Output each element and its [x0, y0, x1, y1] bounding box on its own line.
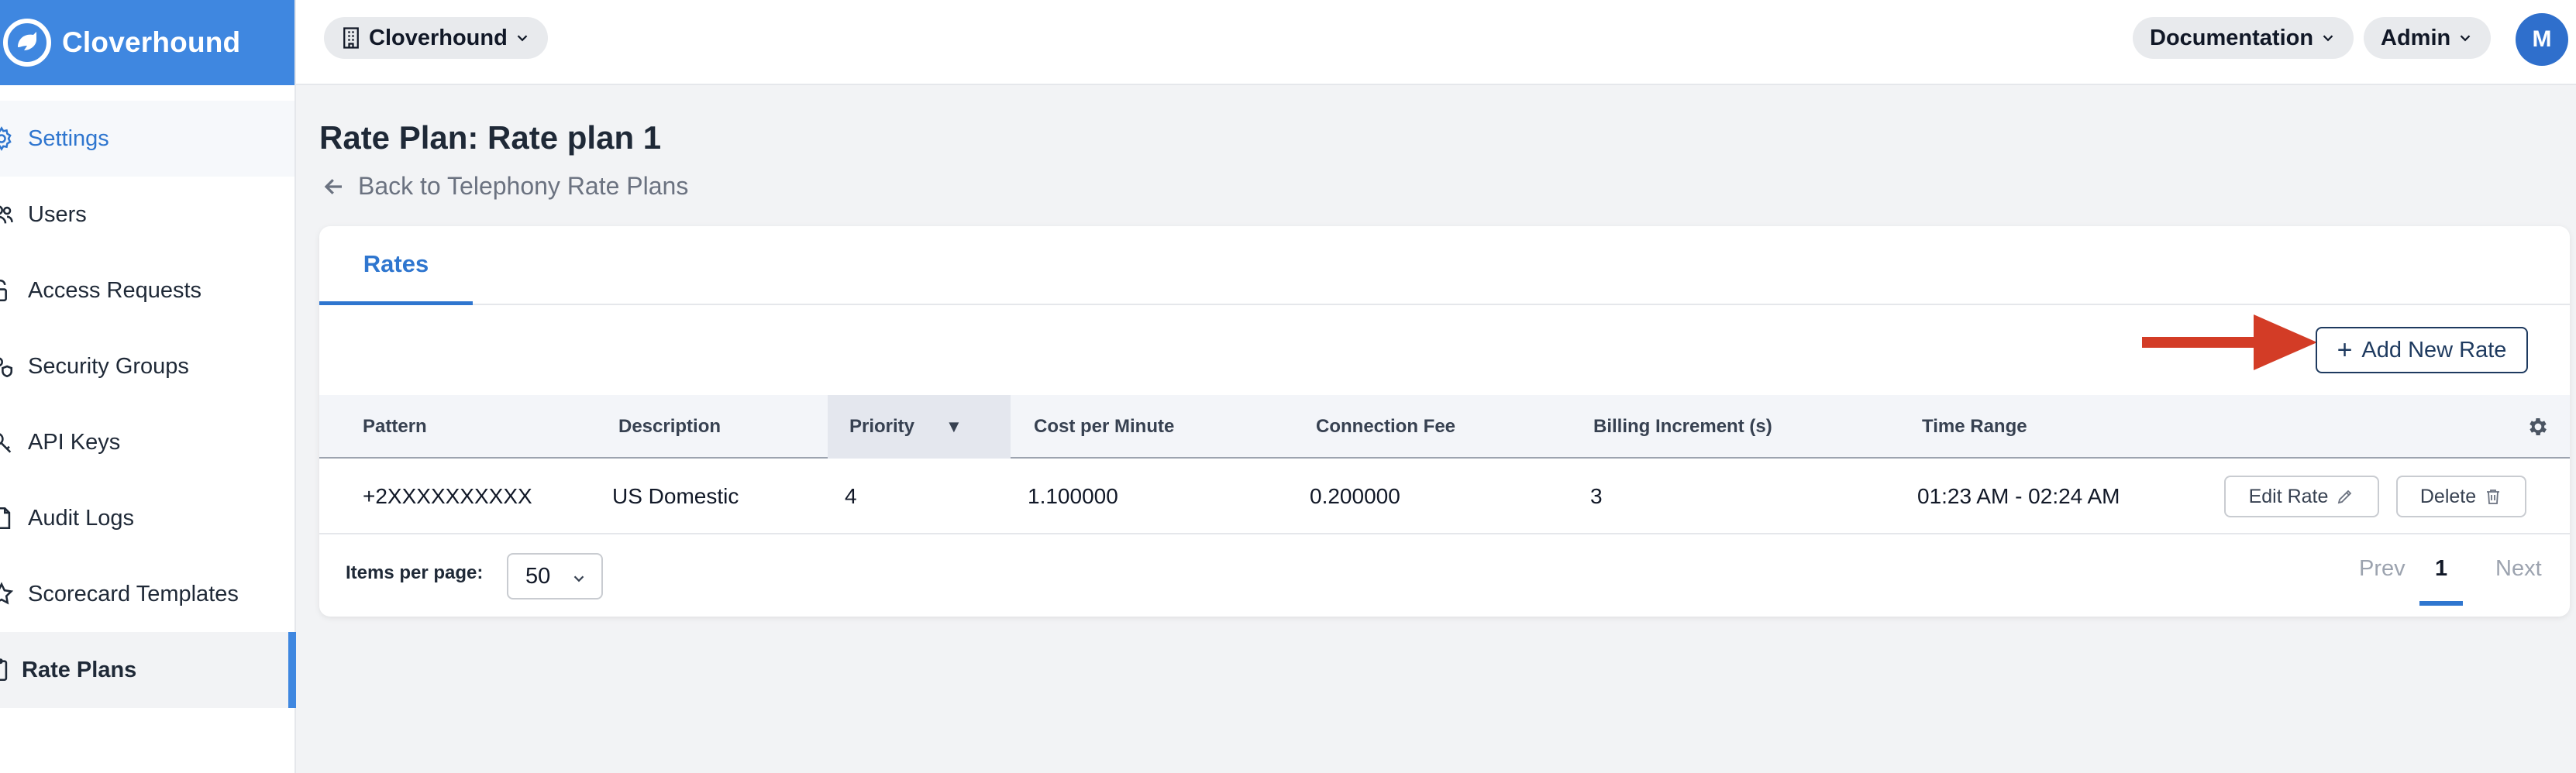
sidebar-nav: Settings Users Access Requests Security …	[0, 101, 296, 708]
pagination-current-indicator	[2419, 601, 2463, 606]
pencil-icon	[2338, 490, 2352, 504]
arrow-left-icon	[324, 178, 342, 194]
table-row: +2XXXXXXXXXX US Domestic 4 1.100000 0.20…	[319, 459, 2570, 534]
trash-icon	[2487, 490, 2500, 504]
back-link[interactable]: Back to Telephony Rate Plans	[322, 172, 688, 201]
cell-connection-fee: 0.200000	[1310, 484, 1400, 508]
edit-rate-label: Edit Rate	[2248, 485, 2329, 507]
chevron-down-icon	[2323, 35, 2333, 42]
chevron-down-icon	[517, 35, 528, 42]
column-header-time-range[interactable]: Time Range	[1922, 395, 2027, 459]
sidebar-item-users[interactable]: Users	[0, 177, 294, 253]
star-icon	[0, 580, 15, 608]
gear-icon	[0, 125, 15, 153]
org-switcher[interactable]: Cloverhound	[324, 17, 548, 59]
sidebar-item-label: Access Requests	[28, 277, 202, 303]
column-header-label: Priority	[849, 416, 915, 437]
add-new-rate-button[interactable]: + Add New Rate	[2316, 327, 2528, 373]
cell-time-range: 01:23 AM - 02:24 AM	[1917, 484, 2120, 508]
sidebar-item-security-groups[interactable]: Security Groups	[0, 328, 294, 404]
tab-bar: Rates	[319, 226, 2570, 305]
sort-descending-icon: ▼	[945, 417, 963, 436]
sidebar-item-label: API Keys	[28, 429, 121, 455]
page-title: Rate Plan: Rate plan 1	[319, 119, 662, 156]
sidebar-item-label: Security Groups	[28, 353, 189, 379]
delete-rate-button[interactable]: Delete	[2396, 476, 2526, 517]
org-switcher-label: Cloverhound	[369, 25, 508, 50]
edit-rate-button[interactable]: Edit Rate	[2224, 476, 2379, 517]
annotation-arrow-icon	[2142, 314, 2317, 370]
sidebar-item-label: Audit Logs	[28, 505, 135, 531]
items-per-page-label: Items per page:	[346, 562, 484, 583]
unlock-icon	[0, 277, 15, 304]
table-footer: Items per page: 50 Prev 1 Next	[319, 536, 2570, 617]
column-header-billing-increment[interactable]: Billing Increment (s)	[1593, 395, 1772, 459]
sidebar-item-api-keys[interactable]: API Keys	[0, 404, 294, 480]
documentation-menu[interactable]: Documentation	[2133, 17, 2354, 59]
chevron-down-icon	[2460, 35, 2471, 42]
column-header-connection-fee[interactable]: Connection Fee	[1316, 395, 1455, 459]
brand-header[interactable]: Cloverhound	[0, 0, 294, 85]
add-new-rate-label: Add New Rate	[2361, 337, 2507, 362]
plus-icon: +	[2337, 335, 2353, 365]
column-header-cost-per-minute[interactable]: Cost per Minute	[1034, 395, 1174, 459]
sidebar-item-label: Scorecard Templates	[28, 581, 239, 606]
cell-billing-increment: 3	[1590, 484, 1603, 508]
column-settings-icon[interactable]	[2526, 415, 2550, 438]
column-header-priority[interactable]: Priority ▼	[828, 395, 1011, 459]
sidebar-item-label: Rate Plans	[22, 657, 137, 682]
document-icon	[0, 504, 15, 532]
pagination-page-current[interactable]: 1	[2435, 556, 2447, 582]
documentation-label: Documentation	[2150, 25, 2314, 50]
cell-priority: 4	[845, 484, 857, 508]
security-groups-icon	[0, 352, 15, 380]
chevron-down-icon	[573, 575, 584, 582]
tab-rates[interactable]: Rates	[319, 226, 473, 305]
items-per-page-value: 50	[525, 563, 551, 589]
pagination-next[interactable]: Next	[2495, 556, 2542, 582]
key-icon	[0, 428, 15, 456]
building-icon	[343, 27, 359, 49]
column-header-description[interactable]: Description	[618, 395, 721, 459]
column-header-pattern[interactable]: Pattern	[363, 395, 427, 459]
delete-rate-label: Delete	[2419, 485, 2477, 507]
users-icon	[0, 201, 15, 228]
sidebar-item-rate-plans[interactable]: Rate Plans	[0, 632, 296, 708]
back-link-label: Back to Telephony Rate Plans	[358, 172, 689, 200]
top-bar: Cloverhound Documentation Admin M	[296, 0, 2576, 85]
clipboard-icon	[0, 656, 12, 684]
sidebar-item-access-requests[interactable]: Access Requests	[0, 253, 294, 328]
table-header: Pattern Description Priority ▼ Cost per …	[319, 395, 2570, 459]
pagination-prev[interactable]: Prev	[2359, 556, 2406, 582]
sidebar-item-settings[interactable]: Settings	[0, 101, 294, 177]
sidebar-item-audit-logs[interactable]: Audit Logs	[0, 480, 294, 556]
sidebar-item-label: Users	[28, 201, 87, 227]
cell-description: US Domestic	[612, 484, 739, 508]
cell-cost-per-minute: 1.100000	[1028, 484, 1118, 508]
admin-menu[interactable]: Admin	[2364, 17, 2492, 59]
sidebar-item-label: Settings	[28, 125, 109, 151]
admin-label: Admin	[2381, 25, 2451, 50]
sidebar: Cloverhound Settings Users Access Reques…	[0, 0, 296, 773]
sidebar-item-scorecard-templates[interactable]: Scorecard Templates	[0, 556, 294, 632]
cloverhound-logo-icon	[3, 19, 51, 67]
items-per-page-select[interactable]: 50	[507, 553, 603, 600]
rates-card: Rates + Add New Rate Pattern Description…	[319, 226, 2570, 617]
cell-pattern: +2XXXXXXXXXX	[363, 484, 532, 508]
brand-name: Cloverhound	[62, 26, 241, 58]
avatar[interactable]: M	[2516, 13, 2568, 66]
